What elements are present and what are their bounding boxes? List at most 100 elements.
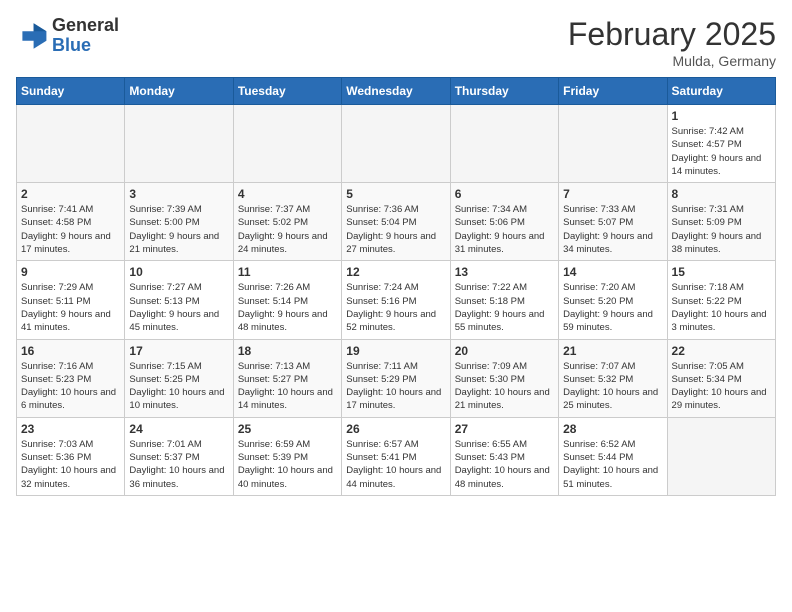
day-info: Sunrise: 7:13 AM Sunset: 5:27 PM Dayligh… [238,360,337,413]
calendar-day-cell: 5 Sunrise: 7:36 AM Sunset: 5:04 PM Daylig… [342,183,450,261]
title-block: February 2025 Mulda, Germany [568,16,776,69]
day-info: Sunrise: 7:16 AM Sunset: 5:23 PM Dayligh… [21,360,120,413]
calendar-day-cell: 21 Sunrise: 7:07 AM Sunset: 5:32 PM Dayli… [559,339,667,417]
day-info: Sunrise: 7:36 AM Sunset: 5:04 PM Dayligh… [346,203,445,256]
calendar-day-cell: 15 Sunrise: 7:18 AM Sunset: 5:22 PM Dayli… [667,261,775,339]
weekday-header: Saturday [667,78,775,105]
calendar-week-row: 1 Sunrise: 7:42 AM Sunset: 4:57 PM Daylig… [17,105,776,183]
month-year: February 2025 [568,16,776,53]
calendar-day-cell: 23Sunrise: 7:03 AM Sunset: 5:36 PM Dayli… [17,417,125,495]
calendar-day-cell: 10 Sunrise: 7:27 AM Sunset: 5:13 PM Dayli… [125,261,233,339]
calendar-day-cell: 19 Sunrise: 7:11 AM Sunset: 5:29 PM Dayli… [342,339,450,417]
day-number: 22 [672,344,771,358]
calendar-day-cell [342,105,450,183]
day-number: 5 [346,187,445,201]
calendar-day-cell: 9 Sunrise: 7:29 AM Sunset: 5:11 PM Daylig… [17,261,125,339]
calendar-day-cell: 8 Sunrise: 7:31 AM Sunset: 5:09 PM Daylig… [667,183,775,261]
calendar-day-cell: 4 Sunrise: 7:37 AM Sunset: 5:02 PM Daylig… [233,183,341,261]
day-info: Sunrise: 7:18 AM Sunset: 5:22 PM Dayligh… [672,281,771,334]
calendar-day-cell [125,105,233,183]
day-info: Sunrise: 7:11 AM Sunset: 5:29 PM Dayligh… [346,360,445,413]
calendar-day-cell [667,417,775,495]
header: General Blue February 2025 Mulda, German… [16,16,776,69]
calendar-day-cell: 25 Sunrise: 6:59 AM Sunset: 5:39 PM Dayli… [233,417,341,495]
day-info: Sunrise: 7:41 AM Sunset: 4:58 PM Dayligh… [21,203,120,256]
logo-general-text: General [52,16,119,36]
day-number: 8 [672,187,771,201]
logo-blue-text: Blue [52,36,119,56]
calendar-week-row: 9 Sunrise: 7:29 AM Sunset: 5:11 PM Daylig… [17,261,776,339]
day-info: Sunrise: 7:29 AM Sunset: 5:11 PM Dayligh… [21,281,120,334]
calendar-day-cell: 18 Sunrise: 7:13 AM Sunset: 5:27 PM Dayli… [233,339,341,417]
day-info: Sunrise: 7:01 AM Sunset: 5:37 PM Dayligh… [129,438,228,491]
day-info: Sunrise: 7:26 AM Sunset: 5:14 PM Dayligh… [238,281,337,334]
calendar-day-cell: 14 Sunrise: 7:20 AM Sunset: 5:20 PM Dayli… [559,261,667,339]
logo: General Blue [16,16,119,56]
day-number: 4 [238,187,337,201]
weekday-header: Thursday [450,78,558,105]
calendar-day-cell [17,105,125,183]
day-number: 9 [21,265,120,279]
calendar-day-cell: 28 Sunrise: 6:52 AM Sunset: 5:44 PM Dayli… [559,417,667,495]
day-info: Sunrise: 7:20 AM Sunset: 5:20 PM Dayligh… [563,281,662,334]
calendar-day-cell: 2Sunrise: 7:41 AM Sunset: 4:58 PM Daylig… [17,183,125,261]
day-number: 1 [672,109,771,123]
day-number: 14 [563,265,662,279]
day-number: 19 [346,344,445,358]
calendar-week-row: 16 Sunrise: 7:16 AM Sunset: 5:23 PM Dayli… [17,339,776,417]
day-info: Sunrise: 6:52 AM Sunset: 5:44 PM Dayligh… [563,438,662,491]
day-number: 26 [346,422,445,436]
day-info: Sunrise: 7:24 AM Sunset: 5:16 PM Dayligh… [346,281,445,334]
day-number: 20 [455,344,554,358]
calendar-header-row: SundayMondayTuesdayWednesdayThursdayFrid… [17,78,776,105]
day-info: Sunrise: 7:34 AM Sunset: 5:06 PM Dayligh… [455,203,554,256]
day-number: 13 [455,265,554,279]
calendar-day-cell [559,105,667,183]
calendar-day-cell: 1 Sunrise: 7:42 AM Sunset: 4:57 PM Daylig… [667,105,775,183]
day-number: 15 [672,265,771,279]
day-number: 25 [238,422,337,436]
calendar-week-row: 23Sunrise: 7:03 AM Sunset: 5:36 PM Dayli… [17,417,776,495]
calendar-week-row: 2Sunrise: 7:41 AM Sunset: 4:58 PM Daylig… [17,183,776,261]
page: General Blue February 2025 Mulda, German… [0,0,792,512]
day-info: Sunrise: 7:22 AM Sunset: 5:18 PM Dayligh… [455,281,554,334]
day-info: Sunrise: 7:07 AM Sunset: 5:32 PM Dayligh… [563,360,662,413]
day-info: Sunrise: 7:33 AM Sunset: 5:07 PM Dayligh… [563,203,662,256]
day-number: 10 [129,265,228,279]
logo-icon [16,20,48,52]
day-info: Sunrise: 7:31 AM Sunset: 5:09 PM Dayligh… [672,203,771,256]
day-number: 27 [455,422,554,436]
day-number: 7 [563,187,662,201]
calendar-day-cell: 12 Sunrise: 7:24 AM Sunset: 5:16 PM Dayli… [342,261,450,339]
weekday-header: Wednesday [342,78,450,105]
day-info: Sunrise: 7:37 AM Sunset: 5:02 PM Dayligh… [238,203,337,256]
day-info: Sunrise: 6:57 AM Sunset: 5:41 PM Dayligh… [346,438,445,491]
day-number: 3 [129,187,228,201]
day-number: 6 [455,187,554,201]
location: Mulda, Germany [568,53,776,69]
day-number: 11 [238,265,337,279]
day-number: 18 [238,344,337,358]
calendar-day-cell: 24Sunrise: 7:01 AM Sunset: 5:37 PM Dayli… [125,417,233,495]
calendar-day-cell: 26 Sunrise: 6:57 AM Sunset: 5:41 PM Dayli… [342,417,450,495]
day-info: Sunrise: 6:55 AM Sunset: 5:43 PM Dayligh… [455,438,554,491]
calendar-day-cell: 27 Sunrise: 6:55 AM Sunset: 5:43 PM Dayli… [450,417,558,495]
day-number: 28 [563,422,662,436]
day-number: 17 [129,344,228,358]
day-info: Sunrise: 7:15 AM Sunset: 5:25 PM Dayligh… [129,360,228,413]
day-number: 12 [346,265,445,279]
day-info: Sunrise: 7:09 AM Sunset: 5:30 PM Dayligh… [455,360,554,413]
day-info: Sunrise: 6:59 AM Sunset: 5:39 PM Dayligh… [238,438,337,491]
calendar-day-cell: 3Sunrise: 7:39 AM Sunset: 5:00 PM Daylig… [125,183,233,261]
logo-text: General Blue [52,16,119,56]
day-info: Sunrise: 7:27 AM Sunset: 5:13 PM Dayligh… [129,281,228,334]
calendar-table: SundayMondayTuesdayWednesdayThursdayFrid… [16,77,776,496]
weekday-header: Friday [559,78,667,105]
weekday-header: Tuesday [233,78,341,105]
day-number: 16 [21,344,120,358]
calendar-day-cell: 11 Sunrise: 7:26 AM Sunset: 5:14 PM Dayli… [233,261,341,339]
weekday-header: Monday [125,78,233,105]
day-info: Sunrise: 7:42 AM Sunset: 4:57 PM Dayligh… [672,125,771,178]
day-number: 21 [563,344,662,358]
calendar-day-cell [450,105,558,183]
